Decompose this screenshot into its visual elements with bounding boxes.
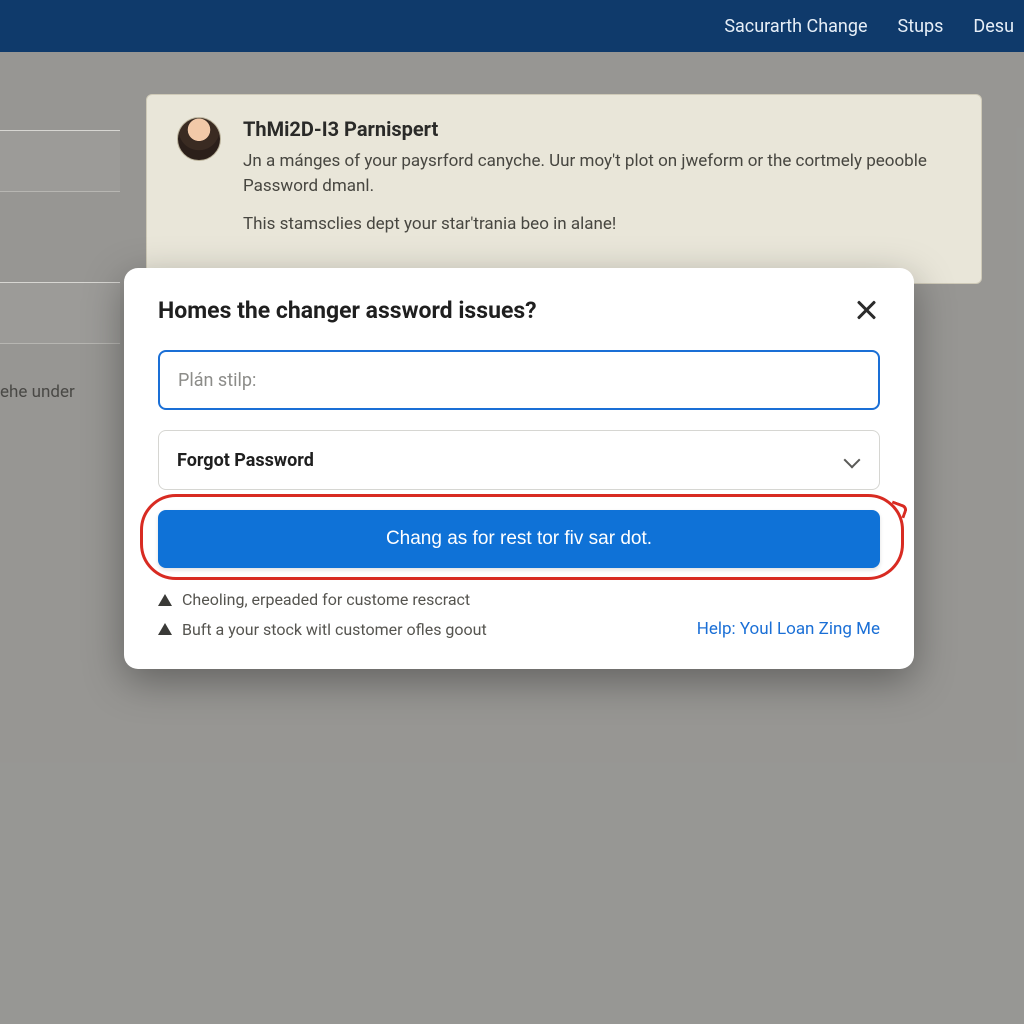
help-link[interactable]: Help: Youl Loan Zing Me xyxy=(697,619,880,639)
note-text-1: Cheoling, erpeaded for custome rescract xyxy=(182,590,470,609)
warning-triangle-icon xyxy=(158,594,172,606)
sidebar-label-fragment: ehe under xyxy=(0,382,75,402)
note-row-1: Cheoling, erpeaded for custome rescract xyxy=(158,590,880,609)
info-card-body-1: Jn a mánges of your paysrford canyche. U… xyxy=(243,149,953,198)
nav-item-security-change[interactable]: Sacurarth Change xyxy=(724,16,867,37)
nav-item-desu[interactable]: Desu xyxy=(973,16,1014,37)
submit-change-button[interactable]: Chang as for rest tor fiv sar dot. xyxy=(158,510,880,568)
sidebar-row xyxy=(0,282,120,344)
nav-item-stups[interactable]: Stups xyxy=(898,16,944,37)
info-card-title: ThMi2D-I3 Parnispert xyxy=(243,117,953,141)
password-issue-modal: Homes the changer assword issues? Plán s… xyxy=(124,268,914,669)
sidebar-row xyxy=(0,130,120,192)
warning-triangle-icon xyxy=(158,623,172,635)
close-icon[interactable] xyxy=(852,296,880,324)
submit-change-label: Chang as for rest tor fiv sar dot. xyxy=(386,528,652,550)
avatar xyxy=(177,117,221,161)
sidebar-partial xyxy=(0,130,120,344)
top-navbar: Sacurarth Change Stups Desu xyxy=(0,0,1024,52)
info-card-body-2: This stamsclies dept your star'trania be… xyxy=(243,212,953,237)
modal-title: Homes the changer assword issues? xyxy=(158,297,537,324)
note-text-2: Buft a your stock witl customer ofles go… xyxy=(182,620,487,639)
note-row-2: Buft a your stock witl customer ofles go… xyxy=(158,620,487,639)
chevron-down-icon xyxy=(843,451,861,469)
info-card: ThMi2D-I3 Parnispert Jn a mánges of your… xyxy=(146,94,982,284)
issue-type-value: Forgot Password xyxy=(177,450,314,471)
plan-input-placeholder: Plán stilp: xyxy=(178,370,256,391)
issue-type-select[interactable]: Forgot Password xyxy=(158,430,880,490)
plan-input[interactable]: Plán stilp: xyxy=(158,350,880,410)
